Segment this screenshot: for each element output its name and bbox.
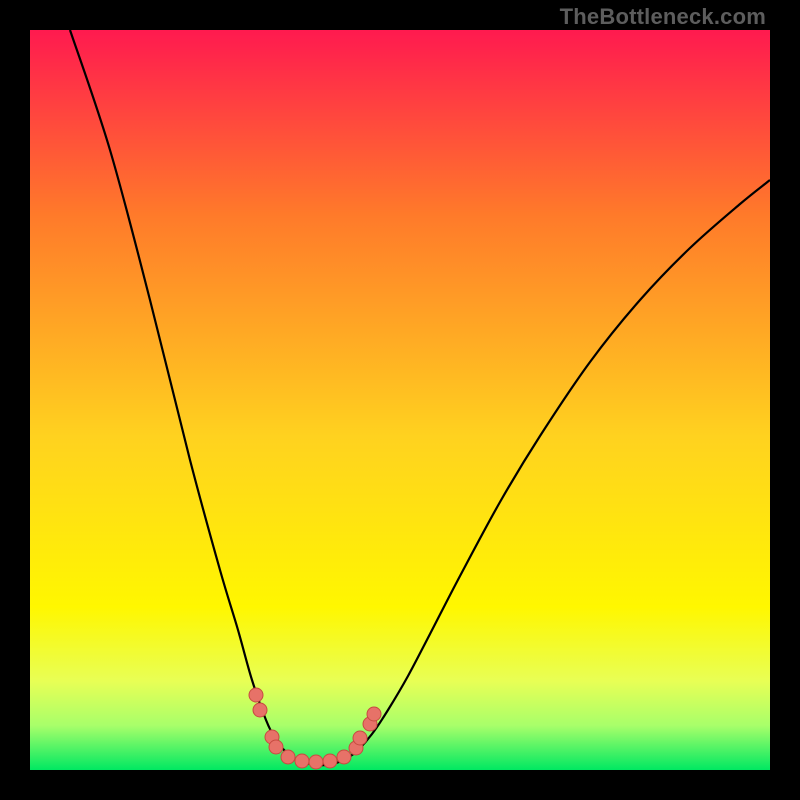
data-marker [281, 750, 295, 764]
data-marker [253, 703, 267, 717]
chart-svg [30, 30, 770, 770]
data-marker [309, 755, 323, 769]
data-marker [323, 754, 337, 768]
data-marker [249, 688, 263, 702]
data-marker [367, 707, 381, 721]
data-marker [269, 740, 283, 754]
gradient-background [30, 30, 770, 770]
watermark-text: TheBottleneck.com [560, 4, 766, 30]
chart-frame: TheBottleneck.com [0, 0, 800, 800]
data-marker [353, 731, 367, 745]
plot-area [30, 30, 770, 770]
data-marker [295, 754, 309, 768]
data-marker [337, 750, 351, 764]
